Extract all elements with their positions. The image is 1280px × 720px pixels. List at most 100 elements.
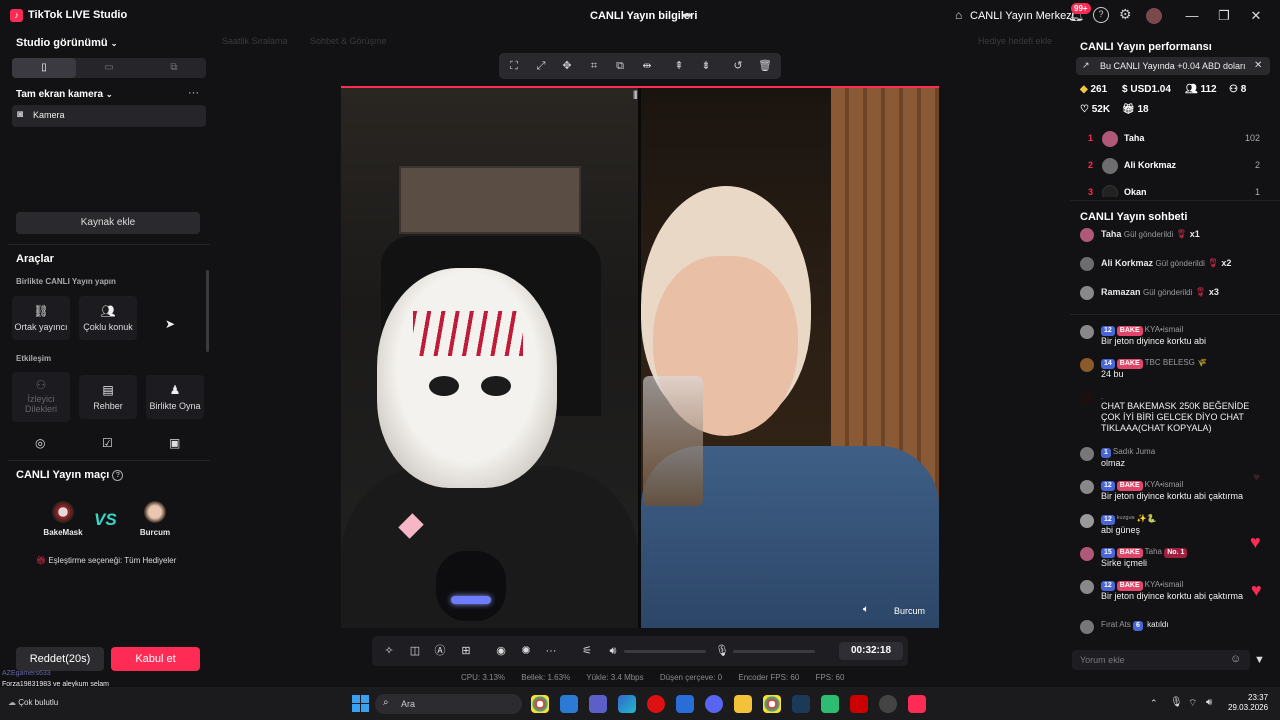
more-icon[interactable]: ··· [188, 87, 199, 99]
hourly-ranking-label[interactable]: Saatlik Sıralama [222, 36, 288, 46]
chrome-icon[interactable] [531, 695, 549, 713]
volume-icon[interactable]: 🔊︎ [606, 644, 620, 658]
viewer-wishes-button[interactable]: ⚇ İzleyici Dilekleri [12, 372, 70, 422]
discord-icon[interactable] [705, 695, 723, 713]
co-host-button[interactable]: ⛓ Ortak yayıncı [12, 296, 70, 340]
windows-start-icon[interactable] [352, 695, 369, 712]
effects-icon[interactable]: ◫ [408, 644, 422, 658]
layer-down-icon[interactable]: ⇟ [698, 58, 714, 74]
trash-icon[interactable]: 🗑︎ [757, 58, 773, 74]
chat-call-label[interactable]: Sohbet & Görüşme [310, 36, 387, 46]
undo-icon[interactable]: ↺ [730, 58, 746, 74]
close-icon[interactable]: ✕ [1246, 8, 1266, 24]
volume-icon[interactable]: 🔊︎ [1206, 697, 1212, 708]
ranking-row[interactable]: 3 Okan 1 [1088, 185, 1260, 197]
home-icon[interactable]: ⌂ [955, 8, 962, 22]
add-source-button[interactable]: Kaynak ekle [16, 212, 200, 234]
share-icon[interactable]: ➦ [682, 8, 692, 22]
chevron-up-icon[interactable]: ⌃ [1150, 698, 1158, 709]
comment-input[interactable]: Yorum ekle ☺ [1072, 650, 1250, 670]
youtube-icon[interactable] [850, 695, 868, 713]
gift-icon: 🎁︎ [36, 556, 47, 565]
edge-icon[interactable] [618, 695, 636, 713]
portrait-view-icon[interactable]: ▯ [12, 58, 76, 78]
chat-message: . CHAT BAKEMASK 250K BEĞENİDE ÇOK İYİ Bİ… [1080, 392, 1270, 434]
fit-icon[interactable]: ⛶ [506, 58, 522, 74]
avatar[interactable] [1146, 8, 1162, 24]
microphone-icon[interactable]: 🎙︎ [715, 644, 729, 658]
wifi-icon[interactable]: ⌔ [1188, 697, 1197, 710]
clock-date: 29.03.2026 [1228, 703, 1269, 712]
gift-count: x3 [1208, 287, 1219, 297]
avatar [1080, 447, 1094, 461]
info-icon[interactable]: ? [112, 469, 124, 481]
flip-icon[interactable]: ⇹ [639, 58, 655, 74]
minimize-icon[interactable]: — [1182, 8, 1202, 23]
chat-text: 24 bu [1101, 369, 1124, 379]
taskbar-search[interactable]: ⌕ Ara [375, 694, 522, 714]
folder-icon[interactable] [734, 695, 752, 713]
mail-icon[interactable] [676, 695, 694, 713]
speaker-icon[interactable]: 🔈︎ [863, 604, 869, 615]
multi-view-icon[interactable]: ⧉ [142, 58, 206, 78]
maximize-icon[interactable]: ❐ [1214, 8, 1234, 24]
help-icon[interactable]: ? [1093, 7, 1109, 23]
level-badge: 12 [1101, 515, 1115, 525]
join-text: katıldı [1147, 620, 1169, 629]
expand-icon[interactable]: ⤢ [533, 58, 549, 74]
gallery-icon[interactable]: ✺ [519, 644, 533, 658]
more-options-icon[interactable]: ··· [544, 644, 558, 658]
ai-icon[interactable]: Ⓐ [433, 644, 447, 658]
mixer-icon[interactable]: ⚟ [580, 644, 594, 658]
ranking-row[interactable]: 2 Ali Korkmaz 2 [1088, 158, 1260, 174]
multi-guest-button[interactable]: 👥︎ Çoklu konuk [79, 296, 137, 340]
gear-icon[interactable]: ⚙ [1119, 6, 1132, 23]
drag-handle-icon[interactable]: ⦀ [633, 90, 638, 103]
filter-icon[interactable]: ▼ [1254, 654, 1265, 666]
play-together-button[interactable]: ♟ Birlikte Oyna [146, 375, 204, 419]
magic-wand-icon[interactable]: ✧ [382, 644, 396, 658]
divider [1070, 314, 1280, 315]
camera-section-title[interactable]: Tam ekran kamera ⌄ [16, 89, 113, 100]
chat-user: KYA•ismail [1144, 580, 1184, 589]
avatar [1080, 580, 1094, 594]
target-icon[interactable]: ◎ [35, 436, 45, 450]
level-badge: 12 [1101, 581, 1115, 591]
volume-slider[interactable] [624, 650, 706, 653]
emoji-icon[interactable]: ☺ [1230, 653, 1241, 665]
tiktok-studio-icon[interactable] [908, 695, 926, 713]
chat-text: Bir jeton diyince korktu abi [1101, 336, 1207, 346]
level-badge: 12 [1101, 326, 1115, 336]
center-icon[interactable]: ✥ [559, 58, 575, 74]
landscape-view-icon[interactable]: ▭ [77, 58, 141, 78]
weather-widget[interactable]: ☁ Çok bulutlu [8, 698, 58, 707]
obs-icon[interactable] [879, 695, 897, 713]
opera-icon[interactable] [647, 695, 665, 713]
chrome-icon[interactable] [763, 695, 781, 713]
live-center-button[interactable]: CANLI Yayın Merkezi [970, 10, 1074, 22]
camera-source-item[interactable]: ◙ Kamera [12, 105, 206, 127]
rose-icon: 🌹︎ [1194, 287, 1207, 297]
store-icon[interactable] [560, 695, 578, 713]
microphone-icon[interactable]: 🎙︎ [1170, 697, 1183, 708]
crop-icon[interactable]: ⌗ [586, 58, 602, 74]
steam-icon[interactable] [792, 695, 810, 713]
teams-icon[interactable] [589, 695, 607, 713]
close-icon[interactable]: ✕ [1254, 60, 1262, 71]
guide-button[interactable]: ▤ Rehber [79, 375, 137, 419]
copy-icon[interactable]: ⧉ [612, 58, 628, 74]
studio-view-title[interactable]: Studio görünümü ⌄ [16, 37, 117, 49]
app-icon[interactable] [821, 695, 839, 713]
add-scene-icon[interactable]: ⊞ [459, 644, 473, 658]
clock[interactable]: 23:37 29.03.2026 [1228, 693, 1268, 713]
checklist-icon[interactable]: ☑ [102, 436, 113, 450]
gift-goal-label[interactable]: Hediye hedefi ekle [978, 36, 1052, 46]
scrollbar[interactable] [206, 270, 209, 352]
likes-stat: ♡ 52K [1080, 104, 1111, 115]
mic-slider[interactable] [733, 650, 815, 653]
layer-up-icon[interactable]: ⇞ [671, 58, 687, 74]
record-icon[interactable]: ◉ [494, 644, 508, 658]
ranking-row[interactable]: 1 Taha 102 [1088, 131, 1260, 147]
live-preview[interactable]: 🔈︎ Burcum ⦀ [341, 86, 939, 628]
box-icon[interactable]: ▣ [169, 436, 180, 450]
